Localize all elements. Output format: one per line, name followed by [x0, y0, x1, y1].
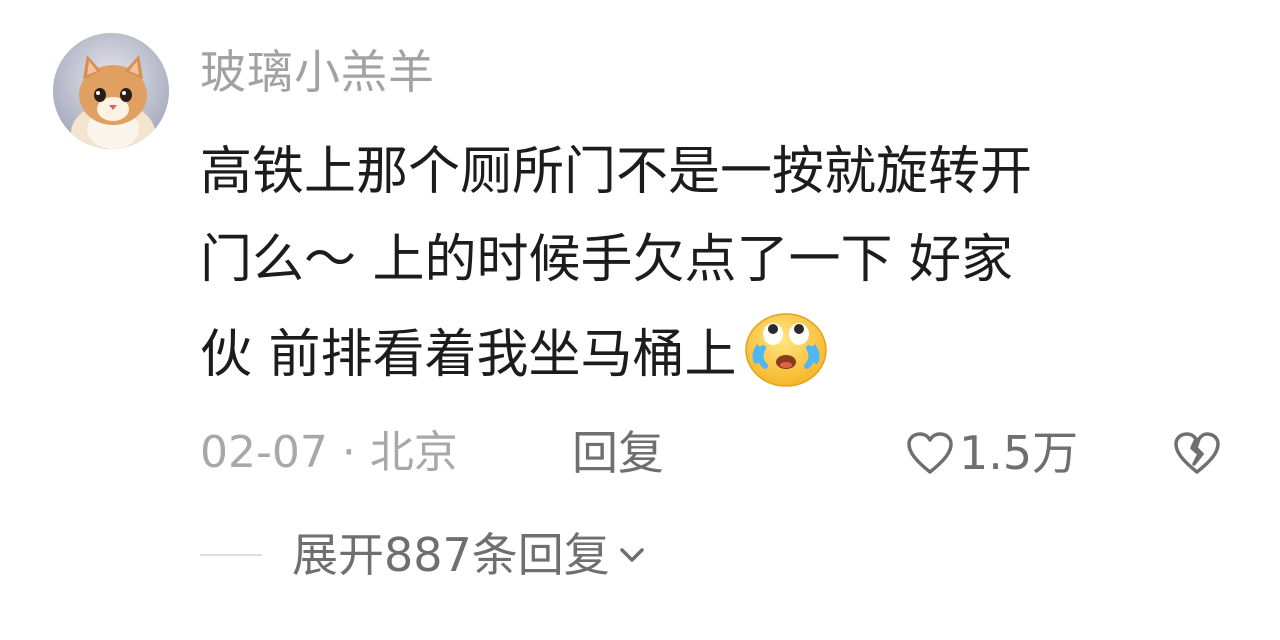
expand-replies[interactable]: 展开887条回复 — [200, 520, 646, 590]
comment-meta-row: 02-07 · 北京 回复 1.5万 — [200, 418, 1240, 488]
comment-text: 高铁上那个厕所门不是一按就旋转开 门么～ 上的时候手欠点了一下 好家伙 前排看着我… — [200, 128, 1210, 399]
comment-text-line-2: 门么～ 上的时候手欠点了一下 好家 — [200, 230, 1014, 290]
like-count: 1.5万 — [959, 426, 1079, 480]
cat-avatar-image — [53, 33, 169, 149]
like-button[interactable]: 1.5万 — [905, 418, 1078, 488]
broken-heart-icon — [1174, 432, 1220, 474]
crying-laughing-emoji-icon — [743, 304, 829, 390]
dislike-button[interactable] — [1172, 428, 1222, 478]
comment-text-line-1: 高铁上那个厕所门不是一按就旋转开 — [200, 142, 1033, 202]
comment-text-line-3: 伙 前排看着我坐马桶上 — [200, 325, 737, 385]
divider-line — [200, 554, 262, 556]
username[interactable]: 玻璃小羔羊 — [200, 42, 435, 102]
comment-item: 玻璃小羔羊 高铁上那个厕所门不是一按就旋转开 门么～ 上的时候手欠点了一下 好家伙… — [0, 0, 1280, 640]
reply-button[interactable]: 回复 — [572, 418, 664, 488]
heart-outline-icon — [907, 432, 953, 474]
date-location: 02-07 · 北京 — [200, 427, 458, 478]
avatar[interactable] — [53, 33, 169, 149]
expand-replies-label: 展开887条回复 — [292, 528, 610, 582]
chevron-down-icon — [620, 548, 644, 562]
